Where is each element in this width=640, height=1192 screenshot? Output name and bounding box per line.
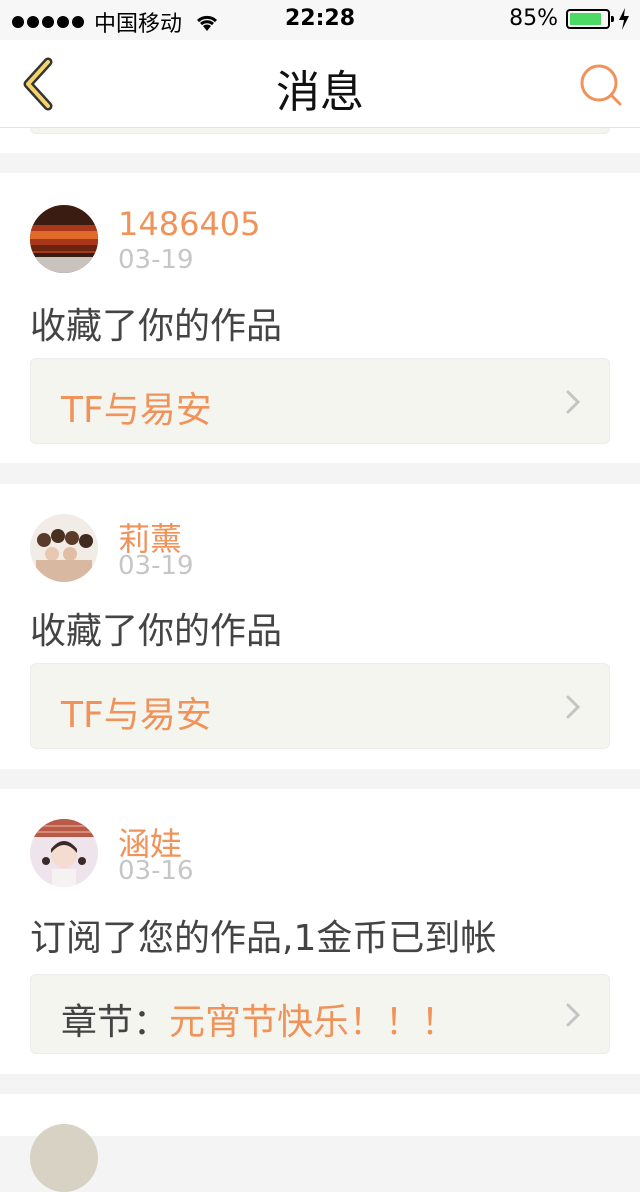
work-title-text: TF与易安	[61, 695, 212, 736]
status-bar: 中国移动 22:28 85%	[0, 0, 640, 40]
message-date: 03-19	[118, 245, 194, 275]
nav-bar: 消息	[0, 40, 640, 128]
message-text: 订阅了您的作品,1金币已到帐	[30, 918, 497, 959]
message-date: 03-16	[118, 856, 194, 886]
avatar[interactable]	[30, 819, 98, 887]
work-link[interactable]: 章节：元宵节快乐！！！	[30, 974, 610, 1054]
message-item: 涵娃 03-16 订阅了您的作品,1金币已到帐 章节：元宵节快乐！！！	[0, 789, 640, 1074]
work-title: 章节：元宵节快乐！！！	[61, 993, 457, 1045]
work-link[interactable]: TF与易安	[30, 663, 610, 749]
username[interactable]: 1486405	[118, 205, 261, 243]
previous-list-item	[0, 128, 640, 153]
battery-icon	[566, 8, 614, 29]
work-title: TF与易安	[61, 381, 212, 433]
message-item: 1486405 03-19 收藏了你的作品 TF与易安	[0, 173, 640, 463]
battery-fill	[570, 12, 601, 25]
previous-work-box	[30, 128, 610, 134]
page-title: 消息	[276, 67, 364, 118]
charging-bolt-icon	[619, 7, 629, 30]
battery-percent: 85%	[509, 6, 558, 31]
work-title-text: TF与易安	[61, 390, 212, 431]
avatar[interactable]	[30, 514, 98, 582]
work-prefix: 章节：	[61, 1002, 170, 1043]
avatar[interactable]	[30, 205, 98, 273]
chevron-right-icon	[566, 1003, 581, 1027]
search-icon[interactable]	[578, 62, 624, 108]
avatar[interactable]	[30, 1124, 98, 1192]
status-right: 85%	[509, 6, 630, 31]
work-title-text: 元宵节快乐！！！	[169, 1002, 458, 1043]
message-text: 收藏了你的作品	[30, 306, 283, 347]
next-list-item	[0, 1094, 640, 1192]
chevron-right-icon	[566, 390, 581, 414]
chevron-right-icon	[566, 695, 581, 719]
message-text: 收藏了你的作品	[30, 611, 283, 652]
work-title: TF与易安	[61, 686, 212, 738]
message-date: 03-19	[118, 551, 194, 581]
message-item: 莉薰 03-19 收藏了你的作品 TF与易安	[0, 484, 640, 769]
work-link[interactable]: TF与易安	[30, 358, 610, 444]
